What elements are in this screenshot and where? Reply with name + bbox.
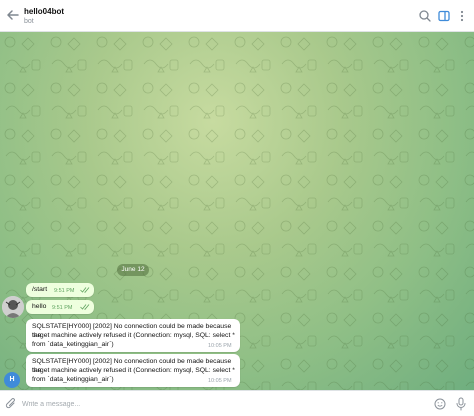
paperclip-icon[interactable]: [5, 398, 17, 410]
bot-avatar[interactable]: [2, 296, 24, 318]
date-separator: June 12: [117, 264, 149, 276]
message-input[interactable]: [22, 397, 422, 411]
more-vertical-icon[interactable]: [455, 9, 469, 23]
message-time: 9:51 PM: [52, 304, 73, 311]
bot-avatar-image: [2, 296, 24, 318]
message-time: 9:51 PM: [54, 287, 75, 294]
chat-title[interactable]: hello04bot: [24, 7, 64, 16]
message-bubble-outgoing[interactable]: hello 9:51 PM: [26, 300, 94, 314]
message-bubble-incoming[interactable]: SQLSTATE[HY000] [2002] No connection cou…: [26, 354, 240, 387]
user-avatar[interactable]: H: [4, 372, 20, 388]
emoji-icon[interactable]: [434, 398, 446, 410]
message-text-line: from `data_ketinggian_air`): [32, 376, 114, 383]
chat-header: hello04bot bot: [0, 0, 474, 32]
message-time: 10:05 PM: [208, 378, 232, 384]
message-text: hello: [32, 303, 47, 310]
read-checkmarks-icon: [80, 304, 90, 310]
read-checkmarks-icon: [80, 287, 90, 293]
message-composer: [0, 390, 474, 416]
sidebar-toggle-icon[interactable]: [437, 9, 451, 23]
message-text-line: target machine actively refused it (Conn…: [32, 332, 235, 339]
search-icon[interactable]: [418, 9, 432, 23]
message-time: 10:05 PM: [208, 343, 232, 349]
message-text-line: from `data_ketinggian_air`): [32, 341, 114, 348]
chat-subtitle: bot: [24, 18, 34, 25]
microphone-icon[interactable]: [455, 397, 467, 411]
back-arrow-icon[interactable]: [4, 6, 22, 24]
message-text: /start: [32, 286, 48, 293]
message-text-line: target machine actively refused it (Conn…: [32, 367, 235, 374]
message-bubble-incoming[interactable]: SQLSTATE[HY000] [2002] No connection cou…: [26, 319, 240, 352]
message-bubble-outgoing[interactable]: /start 9:51 PM: [26, 283, 94, 297]
